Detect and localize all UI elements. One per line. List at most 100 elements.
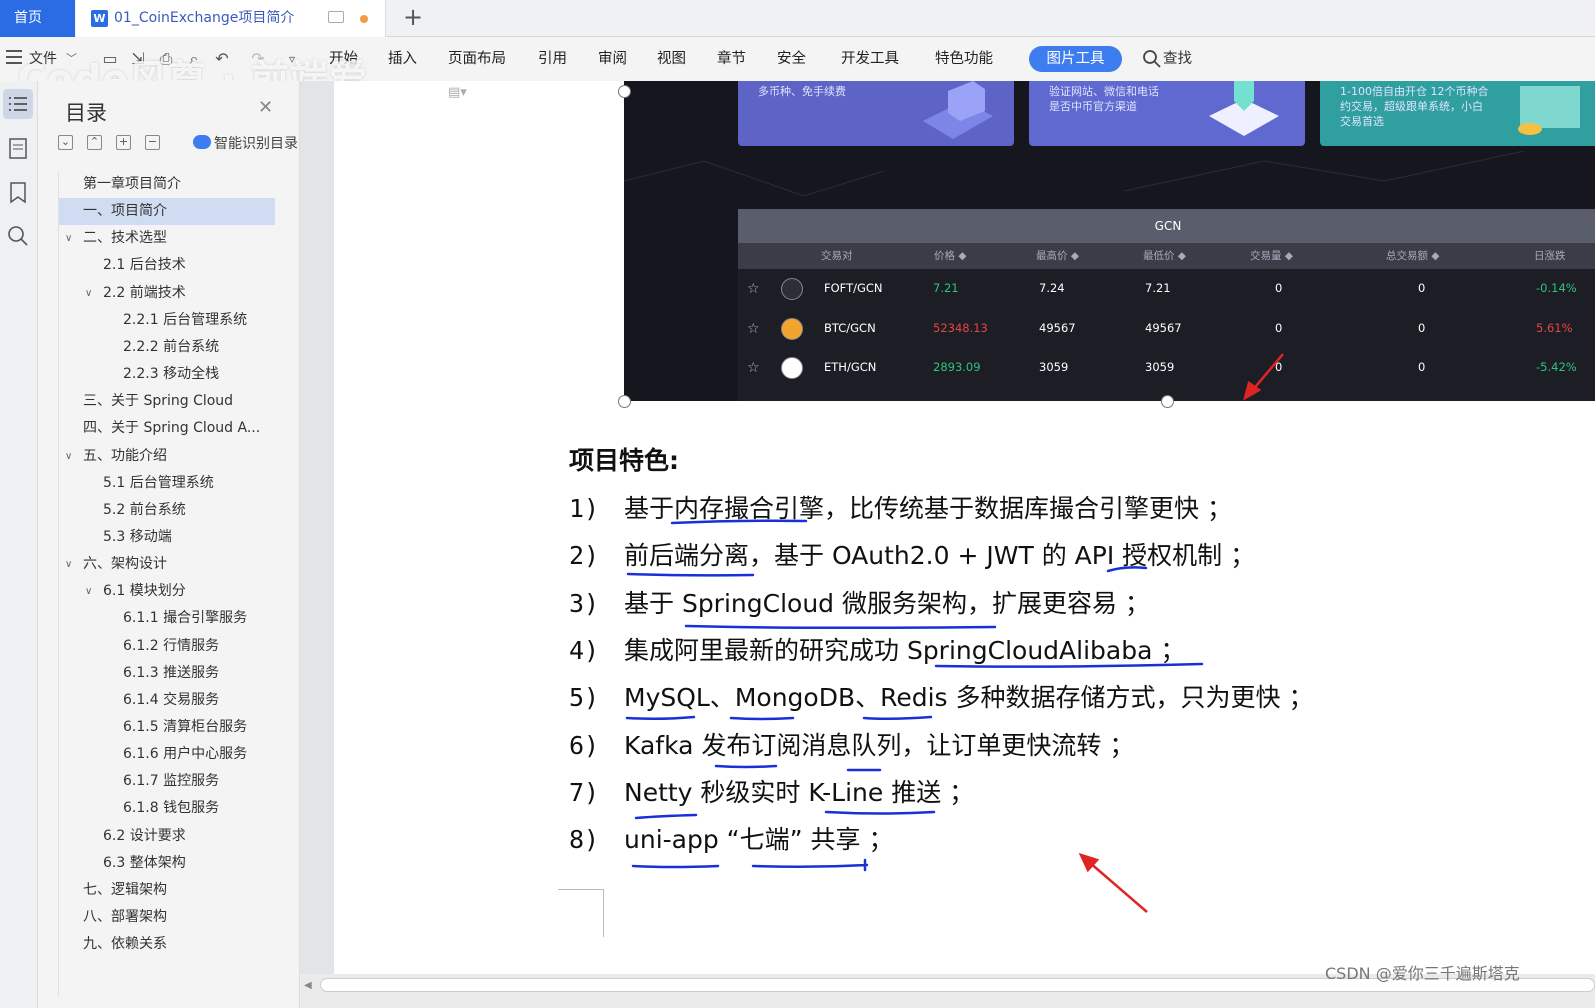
toc-item-label: 6.1 模块划分 [103,583,186,600]
scroll-left-icon[interactable]: ◀ [304,980,312,991]
toc-item[interactable]: 2.2.2 前台系统 [59,334,275,361]
ribbon-tab-review[interactable]: 审阅 [598,37,627,81]
redo-icon[interactable]: ↷ [248,49,268,69]
save-icon[interactable]: ▭ [100,49,120,69]
toc-item[interactable]: ∨ 五、功能介绍 [59,443,275,470]
export-icon[interactable]: ⇲ [128,49,148,69]
chevron-down-icon[interactable]: ∨ [65,225,72,252]
search-label[interactable]: 查找 [1163,37,1192,81]
collapse-all-icon[interactable]: − [145,135,160,150]
toc-item[interactable]: 6.1.6 用户中心服务 [59,741,275,768]
ribbon-tab-page-layout[interactable]: 页面布局 [448,37,506,81]
print-preview-icon[interactable]: ⌕ [184,49,204,69]
toc-item[interactable]: 七、逻辑架构 [59,877,275,904]
expand-all-icon[interactable]: + [116,135,131,150]
tab-document[interactable]: W 01_CoinExchange项目简介 [76,0,386,37]
toc-item[interactable]: 2.2.1 后台管理系统 [59,307,275,334]
toc-item[interactable]: 6.1.5 清算柜台服务 [59,714,275,741]
toc-item-label: 6.1.6 用户中心服务 [123,746,248,763]
toc-item[interactable]: 一、项目简介 [59,198,275,226]
print-icon[interactable]: ⎙ [156,49,176,69]
hamburger-menu-icon[interactable] [6,50,22,64]
toc-item[interactable]: 6.2 设计要求 [59,823,275,850]
decorative-network-lines [624,150,1525,197]
toc-item[interactable]: 5.2 前台系统 [59,497,275,524]
table-cell-high: 7.24 [1039,281,1065,295]
toc-item[interactable]: ∨ 2.2 前端技术 [59,280,275,307]
collapse-down-icon[interactable]: ⌄ [58,135,73,150]
table-cell-amount: 0 [1418,320,1426,335]
toc-item[interactable]: 6.1.2 行情服务 [59,633,275,660]
chevron-down-icon[interactable]: ∨ [65,443,72,470]
toc-item[interactable]: 6.1.1 撮合引擎服务 [59,605,275,632]
pages-panel-icon[interactable] [3,133,33,163]
promo-card: 1-100倍自由开仓 12个币种合 约交易，超级跟单系统，小白 交易首选 [1320,81,1595,146]
toc-item[interactable]: 四、关于 Spring Cloud A... [59,415,275,442]
ribbon-tab-view[interactable]: 视图 [657,37,686,81]
toc-item-label: 5.1 后台管理系统 [103,474,214,491]
toc-item[interactable]: 6.1.4 交易服务 [59,687,275,714]
ribbon-tab-insert[interactable]: 插入 [388,37,417,81]
toc-item[interactable]: 三、关于 Spring Cloud [59,388,275,415]
chevron-down-icon[interactable]: ∨ [65,551,72,578]
customize-toolbar-icon[interactable]: ▿ [282,49,302,69]
toc-item[interactable]: 第一章项目简介 [59,171,275,198]
resize-handle[interactable] [1161,395,1174,408]
find-panel-icon[interactable] [3,221,33,251]
star-icon[interactable]: ☆ [747,360,760,376]
ribbon-tab-references[interactable]: 引用 [538,37,567,81]
toc-item[interactable]: 九、依赖关系 [59,931,275,958]
ribbon-tab-developer[interactable]: 开发工具 [841,37,899,81]
feature-item: 1) 基于内存撮合引擎，比传统基于数据库撮合引擎更快 ； [569,489,1232,529]
smart-toc-button[interactable]: 智能识别目录 [214,133,298,153]
resize-handle[interactable] [618,395,631,408]
toc-item[interactable]: 2.2.3 移动全栈 [59,361,275,388]
new-tab-button[interactable]: + [398,0,428,37]
table-cell-change: 5.61% [1536,320,1573,335]
toc-title: 目录 [65,101,107,125]
toc-item[interactable]: ∨ 二、技术选型 [59,225,275,252]
chevron-down-icon[interactable]: ﹀ [66,37,77,81]
file-menu[interactable]: 文件 [29,37,57,81]
toc-item[interactable]: 6.1.3 推送服务 [59,660,275,687]
close-icon[interactable]: ✕ [258,97,273,118]
star-icon[interactable]: ☆ [747,281,760,297]
table-row[interactable]: ☆ ETH/GCN 2893.09 3059 3059 0 0 -5.42% [738,348,1595,387]
ribbon-tab-special[interactable]: 特色功能 [935,37,993,81]
cloud-icon[interactable] [193,135,211,149]
anchor-icon[interactable]: ▤▾ [448,85,467,103]
table-row[interactable]: ☆ FOFT/GCN 7.21 7.24 7.21 0 0 -0.14% [738,269,1595,308]
feature-number: 3) [569,588,600,618]
ribbon-tab-picture-tools[interactable]: 图片工具 [1029,46,1122,72]
side-tool-strip [0,81,38,1008]
toc-item[interactable]: 6.1.7 监控服务 [59,768,275,795]
toc-item[interactable]: 5.1 后台管理系统 [59,470,275,497]
resize-handle[interactable] [618,85,631,98]
toc-item[interactable]: 八、部署架构 [59,904,275,931]
chevron-down-icon[interactable]: ∨ [85,578,92,605]
toc-item[interactable]: ∨ 六、架构设计 [59,551,275,578]
feature-number: 1) [569,494,600,523]
monitor-icon[interactable] [328,11,344,23]
chevron-down-icon[interactable]: ∨ [85,280,92,307]
bookmark-panel-icon[interactable] [3,177,33,207]
undo-icon[interactable]: ↶ [212,49,232,69]
toc-item-label: 2.2.3 移动全栈 [123,366,220,383]
toc-item[interactable]: 6.1.8 钱包服务 [59,795,275,822]
toc-item[interactable]: ∨ 6.1 模块划分 [59,578,275,605]
toc-item-label: 第一章项目简介 [83,176,181,192]
star-icon[interactable]: ☆ [747,321,760,337]
table-row[interactable]: ☆ BTC/GCN 52348.13 49567 49567 0 0 5.61% [738,309,1595,348]
ribbon-tab-chapter[interactable]: 章节 [717,37,746,81]
ribbon-tab-security[interactable]: 安全 [777,37,806,81]
search-icon[interactable] [1142,49,1162,69]
toc-item[interactable]: 2.1 后台技术 [59,252,275,279]
embedded-image[interactable]: 多币种、免手续费 验证网站、微信和电话 是否中币官方渠道 1-100倍自由开仓 … [624,81,1595,401]
table-cell-amount: 0 [1418,360,1426,374]
toc-item[interactable]: 6.3 整体架构 [59,850,275,877]
collapse-up-icon[interactable]: ⌃ [87,135,102,150]
toc-panel-icon[interactable] [3,89,33,119]
tab-home[interactable]: 首页 [0,0,75,37]
ribbon-tab-start[interactable]: 开始 [329,37,358,81]
toc-item[interactable]: 5.3 移动端 [59,524,275,551]
